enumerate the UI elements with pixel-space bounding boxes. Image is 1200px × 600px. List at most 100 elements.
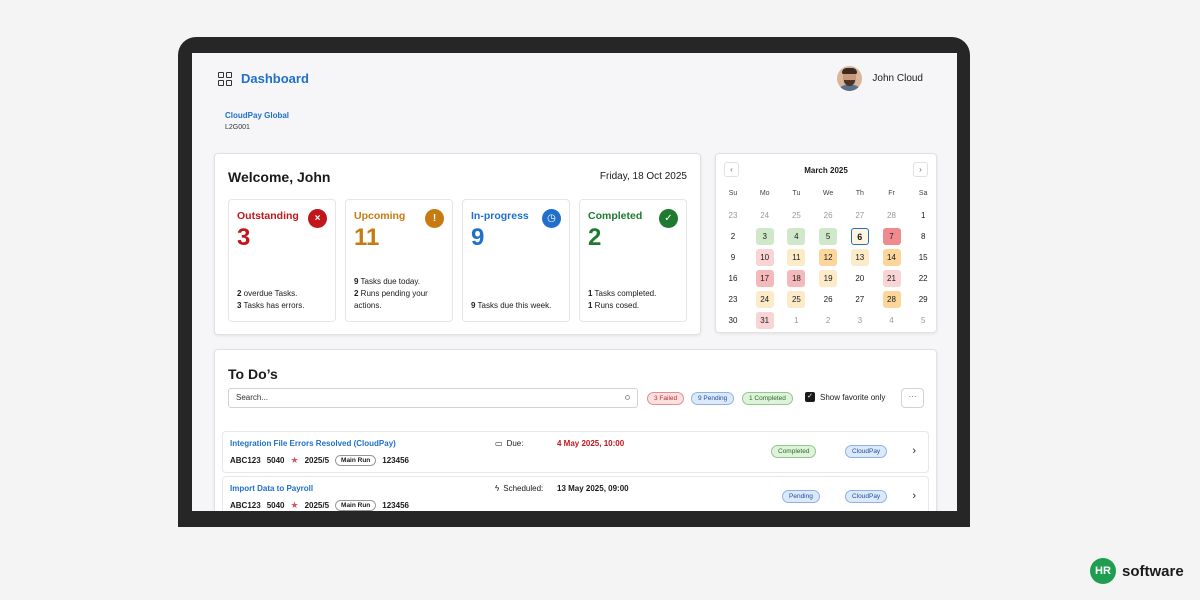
calendar-day[interactable]: 2 [724,228,742,245]
stat-label: Completed [588,210,643,222]
calendar-widget: ‹ March 2025 › Su Mo Tu We Th Fr Sa 23 24 25 26 27 2… [715,153,937,333]
page-title[interactable]: Dashboard [241,71,309,86]
calendar-day[interactable]: 4 [883,312,901,329]
task-title[interactable]: Import Data to Payroll [230,484,313,493]
calendar-day[interactable]: 17 [755,270,774,287]
user-name: John Cloud [872,73,923,84]
calendar-day[interactable]: 6 [850,228,869,245]
calendar-day[interactable]: 14 [882,249,901,266]
calendar-day[interactable]: 10 [755,249,774,266]
header: Dashboard [218,71,309,86]
calendar-day[interactable]: 2 [819,312,837,329]
welcome-card: Welcome, John Friday, 18 Oct 2025 Outsta… [214,153,701,335]
chevron-right-icon[interactable]: › [912,445,916,457]
calendar-day[interactable]: 23 [724,291,742,308]
calendar-day[interactable]: 5 [914,312,932,329]
calendar-day[interactable]: 4 [787,228,806,245]
calendar-day[interactable]: 27 [851,291,869,308]
calendar-day[interactable]: 1 [914,207,932,224]
user-menu[interactable]: John Cloud [837,66,923,91]
calendar-icon: ▭ [495,439,503,448]
task-period: 2025/5 [304,456,330,465]
calendar-day[interactable]: 30 [724,312,742,329]
task-title[interactable]: Integration File Errors Resolved (CloudP… [230,439,396,448]
stat-card-upcoming[interactable]: Upcoming 11! 9 Tasks due today. 2 Runs pend… [345,199,453,322]
weekday-mo: Mo [759,190,770,197]
calendar-day[interactable]: 9 [724,249,742,266]
calendar-day[interactable]: 20 [851,270,869,287]
task-ref: 123456 [382,501,409,510]
calendar-day[interactable]: 3 [851,312,869,329]
calendar-next-button[interactable]: › [913,162,928,177]
search-input[interactable]: Search... [228,388,638,408]
brand-logo: HR software [1090,558,1184,584]
calendar-day[interactable]: 28 [883,207,901,224]
filter-pill[interactable]: 1 Completed [742,392,793,405]
stat-card-in-progress[interactable]: In-progress 9 ◷ 9 Tasks due this week. [462,199,570,322]
calendar-day[interactable]: 23 [724,207,742,224]
stat-value: 3 [237,224,251,251]
stat-label: Outstanding [237,210,299,222]
calendar-day[interactable]: 15 [914,249,932,266]
calendar-day[interactable]: 25 [787,207,805,224]
stat-value: 9 [471,224,485,251]
calendar-day[interactable]: 29 [914,291,932,308]
chevron-right-icon[interactable]: › [912,490,916,502]
calendar-day[interactable]: 19 [819,270,838,287]
calendar-day[interactable]: 24 [756,207,774,224]
calendar-day[interactable]: 24 [755,291,774,308]
avatar[interactable] [837,66,863,91]
task-date-label-group: ϟ Scheduled: [495,484,543,493]
star-icon[interactable]: ★ [290,500,298,511]
task-row[interactable]: Import Data to Payroll ABC123 5040 ★ 2025/5 M… [222,476,929,511]
weekday-su: Su [728,190,738,197]
filter-pill[interactable]: 3 Failed [647,392,685,405]
grid-menu-icon[interactable] [218,71,232,86]
calendar-day[interactable]: 27 [851,207,869,224]
lightning-icon: ϟ [495,484,500,493]
calendar-day[interactable]: 28 [882,291,901,308]
stat-value: 2 [588,224,602,251]
task-system-badge: CloudPay [845,490,888,503]
company-code: L2G001 [225,124,250,131]
calendar-day[interactable]: 25 [787,291,806,308]
task-meta: ABC123 5040 ★ 2025/5 Main Run 123456 [230,500,409,511]
stat-description: 9 Tasks due today. 2 Runs pending your ac… [354,277,428,310]
calendar-day[interactable]: 26 [819,207,837,224]
task-date-value: 13 May 2025, 09:00 [557,484,629,493]
star-icon[interactable]: ★ [290,455,298,466]
stat-value: 11 [354,224,380,251]
stat-description: 2 overdue Tasks. 3 Tasks has errors. [237,289,305,310]
task-status-badge: Completed [771,445,817,458]
stat-card-outstanding[interactable]: Outstanding 3 × 2 overdue Tasks. 3 Tasks has… [228,199,336,322]
weekday-sa: Sa [918,190,928,197]
calendar-day[interactable]: 11 [787,249,806,266]
welcome-greeting: Welcome, John [228,169,331,185]
calendar-day[interactable]: 21 [882,270,901,287]
task-system-badge: CloudPay [845,445,888,458]
stat-card-completed[interactable]: Completed 2 ✓ 1 Tasks completed. 1 Runs cose… [579,199,687,322]
calendar-day[interactable]: 3 [755,228,774,245]
clock-icon: ◷ [542,209,561,228]
task-row[interactable]: Integration File Errors Resolved (CloudP… [222,431,929,473]
calendar-day[interactable]: 22 [914,270,932,287]
task-code: ABC123 [230,456,261,465]
calendar-day[interactable]: 18 [787,270,806,287]
calendar-day[interactable]: 31 [755,312,774,329]
calendar-day[interactable]: 26 [819,291,837,308]
calendar-day[interactable]: 16 [724,270,742,287]
calendar-day[interactable]: 8 [914,228,932,245]
filter-pill[interactable]: 9 Pending [691,392,735,405]
company-name[interactable]: CloudPay Global [225,111,289,120]
stat-label: Upcoming [354,210,406,222]
task-ref: 123456 [382,456,409,465]
favorite-checkbox[interactable]: ✓ [805,392,815,402]
calendar-day[interactable]: 12 [819,249,838,266]
task-meta: ABC123 5040 ★ 2025/5 Main Run 123456 [230,455,409,466]
task-date-label: Due: [506,439,524,448]
more-options-button[interactable]: ··· [901,388,924,408]
calendar-day[interactable]: 5 [819,228,838,245]
calendar-day[interactable]: 13 [850,249,869,266]
calendar-day[interactable]: 7 [882,228,901,245]
calendar-day[interactable]: 1 [787,312,805,329]
